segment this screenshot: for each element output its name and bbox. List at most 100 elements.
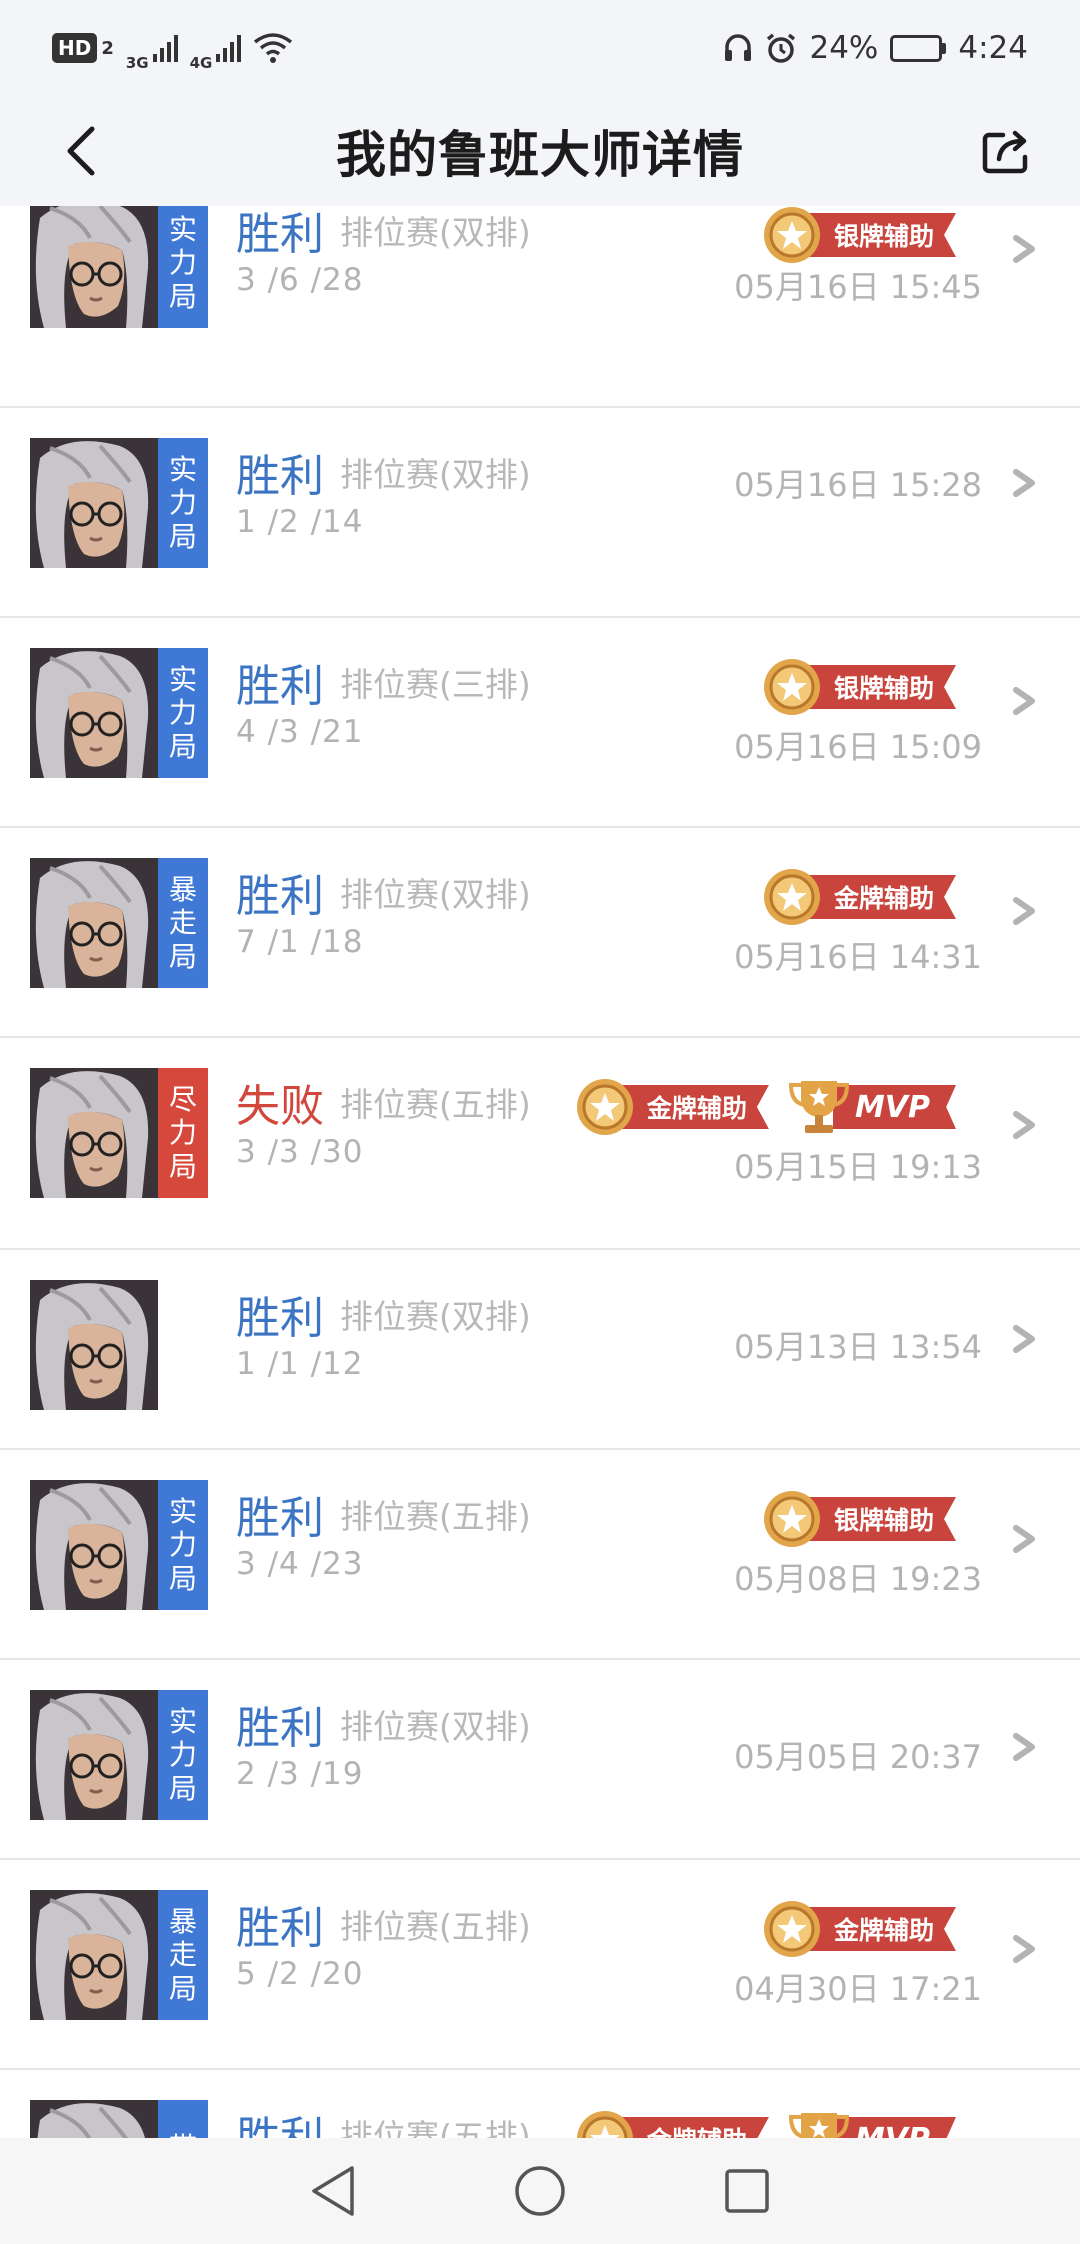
match-result: 胜利 [236, 871, 324, 922]
badge-label: 银牌辅助 [805, 213, 956, 257]
hero-avatar [30, 1690, 158, 1820]
title-bar: 我的鲁班大师详情 [0, 96, 1080, 206]
kda-score: 3 /4 /23 [236, 1546, 364, 1582]
medal-star-icon [763, 1901, 820, 1957]
tag-char: 带 [169, 2131, 197, 2138]
kda-score: 3 /3 /30 [236, 1134, 364, 1170]
badge-group: 银牌辅助 [760, 1490, 956, 1548]
badge-group: 银牌辅助 [760, 206, 956, 264]
nav-recents-button[interactable] [714, 2158, 780, 2224]
match-mode: 排位赛(五排) [340, 1907, 531, 1946]
badge-group: 金牌辅助 [760, 868, 956, 926]
trophy-icon [788, 1081, 849, 1133]
tag-char: 力 [168, 246, 197, 280]
medal-badge: 金牌辅助 [573, 1078, 769, 1136]
tag-char: 实 [168, 452, 197, 486]
match-result: 胜利 [236, 1703, 324, 1754]
medal-badge: 银牌辅助 [760, 658, 956, 716]
hero-thumbnail: 暴走局 [30, 858, 208, 988]
hero-portrait-icon [30, 648, 158, 778]
match-datetime: 05月16日 14:31 [734, 938, 982, 976]
match-mode: 排位赛(双排) [340, 455, 531, 494]
page-title: 我的鲁班大师详情 [336, 126, 744, 184]
hero-portrait-icon [30, 1690, 158, 1820]
match-row[interactable]: 带飞胜利排位赛(五排) 金牌辅助 MVP [0, 2070, 1080, 2138]
badge-label: 金牌辅助 [618, 1085, 769, 1129]
match-row[interactable]: 实力局胜利 排位赛(双排) 1 /2 /14 05月16日 15:28 [0, 408, 1080, 618]
tag-char: 局 [168, 939, 197, 973]
chevron-right-icon [1013, 469, 1035, 497]
match-row[interactable]: 胜利 排位赛(双排) 1 /1 /12 05月13日 13:54 [0, 1250, 1080, 1450]
network-type-1: 3G [125, 54, 149, 72]
match-mode: 排位赛(双排) [340, 1297, 531, 1336]
medal-star-icon [576, 2111, 633, 2138]
tag-char: 局 [168, 519, 197, 553]
match-row-content: 尽力局失败 排位赛(五排) 3 /3 /30 金牌辅助 MVP 05月15日 19:13 [0, 1038, 1080, 1248]
system-nav-bar [0, 2138, 1080, 2244]
game-rating-tag: 暴走局 [158, 1890, 208, 2020]
share-icon [982, 130, 1028, 174]
match-row[interactable]: 实力局胜利 排位赛(五排) 3 /4 /23 银牌辅助 05月08日 19:23 [0, 1450, 1080, 1660]
badge-group: 金牌辅助 MVP [573, 1078, 956, 1136]
hero-portrait-icon [30, 438, 158, 568]
wifi-icon [254, 33, 293, 63]
medal-badge: 金牌辅助 [573, 2110, 769, 2138]
mvp-badge: MVP [787, 1078, 956, 1136]
badge-group: 金牌辅助 MVP [573, 2110, 956, 2138]
tag-char: 暴 [168, 872, 197, 906]
medal-star-icon [763, 207, 820, 263]
match-mode: 排位赛(五排) [340, 1085, 531, 1124]
chevron-left-icon [67, 126, 95, 176]
signal-bars-icon [152, 34, 178, 62]
hero-thumbnail: 实力局 [30, 648, 208, 778]
tag-char: 走 [168, 1938, 197, 1972]
status-left: HD 2 3G 4G [52, 24, 293, 72]
nav-back-button[interactable] [300, 2158, 366, 2224]
match-row[interactable]: 暴走局胜利 排位赛(双排) 7 /1 /18 金牌辅助 05月16日 14:31 [0, 828, 1080, 1038]
kda-score: 4 /3 /21 [236, 714, 364, 750]
match-row[interactable]: 实力局胜利 排位赛(双排) 2 /3 /19 05月05日 20:37 [0, 1660, 1080, 1860]
status-bar: HD 2 3G 4G 24% 4:24 [0, 0, 1080, 96]
share-button[interactable] [974, 118, 1040, 184]
hero-portrait-icon [30, 1890, 158, 2020]
match-row-content: 实力局胜利 排位赛(五排) 3 /4 /23 银牌辅助 05月08日 19:23 [0, 1450, 1080, 1658]
hero-avatar [30, 858, 158, 988]
tag-char: 实 [168, 212, 197, 246]
medal-star-icon [763, 659, 820, 715]
triangle-back-icon [312, 2166, 355, 2216]
badge-label: 金牌辅助 [618, 2117, 769, 2138]
tag-char: 局 [168, 1149, 197, 1183]
match-row[interactable]: 暴走局胜利 排位赛(五排) 5 /2 /20 金牌辅助 04月30日 17:21 [0, 1860, 1080, 2070]
match-row-content: 实力局胜利 排位赛(双排) 1 /2 /14 05月16日 15:28 [0, 408, 1080, 616]
match-list[interactable]: 实力局胜利 排位赛(双排) 3 /6 /28 银牌辅助 05月16日 15:45 实力局胜… [0, 206, 1080, 2138]
hero-avatar [30, 206, 158, 328]
hero-avatar [30, 1480, 158, 1610]
match-mode: 排位赛(双排) [340, 213, 531, 252]
tag-char: 实 [168, 1704, 197, 1738]
back-button[interactable] [48, 118, 114, 184]
tag-char: 暴 [168, 1904, 197, 1938]
match-row[interactable]: 尽力局失败 排位赛(五排) 3 /3 /30 金牌辅助 MVP 05月15日 19:13 [0, 1038, 1080, 1250]
game-rating-tag: 实力局 [158, 1480, 208, 1610]
badge-group: 银牌辅助 [760, 658, 956, 716]
sim-number: 2 [101, 37, 114, 59]
badge-label: MVP [832, 1085, 956, 1129]
hd-badge: HD [52, 33, 98, 63]
chevron-right-icon [1013, 1935, 1035, 1963]
medal-badge: 银牌辅助 [760, 1490, 956, 1548]
circle-home-icon [515, 2166, 565, 2216]
kda-score: 3 /6 /28 [236, 262, 364, 298]
hero-thumbnail: 实力局 [30, 438, 208, 568]
match-row[interactable]: 实力局胜利 排位赛(三排) 4 /3 /21 银牌辅助 05月16日 15:09 [0, 618, 1080, 828]
hero-portrait-icon [30, 1280, 158, 1410]
match-row[interactable]: 实力局胜利 排位赛(双排) 3 /6 /28 银牌辅助 05月16日 15:45 [0, 206, 1080, 408]
status-right: 24% 4:24 [723, 30, 1028, 66]
medal-badge: 银牌辅助 [760, 206, 956, 264]
match-row-content: 实力局胜利 排位赛(三排) 4 /3 /21 银牌辅助 05月16日 15:09 [0, 618, 1080, 826]
match-datetime: 05月16日 15:45 [734, 268, 982, 306]
nav-home-button[interactable] [507, 2158, 573, 2224]
match-datetime: 04月30日 17:21 [734, 1970, 982, 2008]
chevron-right-icon [1013, 1525, 1035, 1553]
game-rating-tag: 尽力局 [158, 1068, 208, 1198]
badge-label: 银牌辅助 [805, 1497, 956, 1541]
